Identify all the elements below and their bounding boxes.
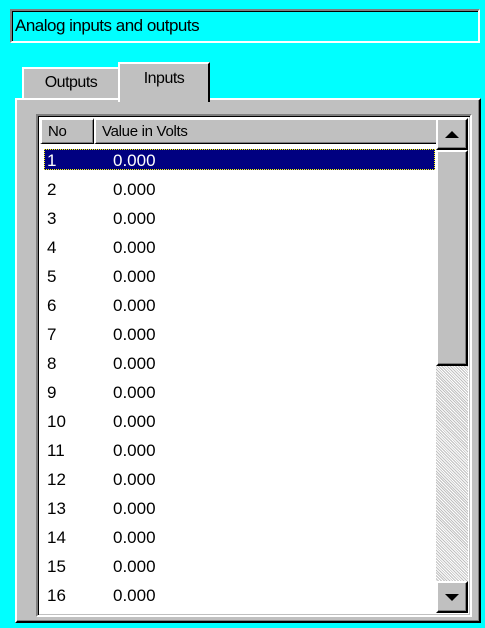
scroll-up-arrow-icon bbox=[445, 130, 459, 138]
table-row[interactable]: 13 0.000 bbox=[40, 496, 436, 525]
scroll-down-button[interactable] bbox=[436, 581, 468, 613]
scroll-down-arrow-icon bbox=[445, 593, 459, 601]
row-number: 10 bbox=[47, 412, 66, 431]
column-header-value[interactable]: Value in Volts bbox=[94, 118, 440, 144]
table-row[interactable]: 17 0.000 bbox=[40, 612, 436, 617]
inputs-list-view[interactable]: No Value in Volts 1 0.000 2 0.000 3 0.000 4 0.0… bbox=[36, 114, 472, 617]
row-number: 4 bbox=[47, 238, 57, 257]
row-value: 0.000 bbox=[113, 296, 156, 315]
row-value: 0.000 bbox=[113, 528, 156, 547]
scroll-up-button[interactable] bbox=[436, 118, 468, 150]
tab-inputs[interactable]: Inputs bbox=[118, 62, 210, 102]
row-value: 0.000 bbox=[113, 354, 156, 373]
row-number: 3 bbox=[47, 209, 57, 228]
table-row[interactable]: 2 0.000 bbox=[40, 177, 436, 206]
row-number: 13 bbox=[47, 499, 66, 518]
row-value: 0.000 bbox=[113, 586, 156, 605]
vertical-scrollbar[interactable] bbox=[436, 118, 468, 613]
list-rows: 1 0.000 2 0.000 3 0.000 4 0.000 5 0.000 6 0.000 7 0.0… bbox=[40, 148, 436, 617]
table-row[interactable]: 12 0.000 bbox=[40, 467, 436, 496]
tab-panel-inputs: No Value in Volts 1 0.000 2 0.000 3 0.000 4 0.0… bbox=[15, 98, 481, 623]
row-value: 0.000 bbox=[113, 151, 156, 170]
row-number: 15 bbox=[47, 557, 66, 576]
row-value: 0.000 bbox=[113, 470, 156, 489]
table-row[interactable]: 16 0.000 bbox=[40, 583, 436, 612]
row-number: 9 bbox=[47, 383, 57, 402]
table-row[interactable]: 15 0.000 bbox=[40, 554, 436, 583]
row-value: 0.000 bbox=[113, 499, 156, 518]
table-row[interactable]: 9 0.000 bbox=[40, 380, 436, 409]
table-row[interactable]: 14 0.000 bbox=[40, 525, 436, 554]
scroll-thumb[interactable] bbox=[436, 150, 468, 366]
row-value: 0.000 bbox=[113, 267, 156, 286]
row-number: 6 bbox=[47, 296, 57, 315]
row-value: 0.000 bbox=[113, 615, 156, 617]
row-value: 0.000 bbox=[113, 441, 156, 460]
table-row[interactable]: 6 0.000 bbox=[40, 293, 436, 322]
row-value: 0.000 bbox=[113, 383, 156, 402]
table-row[interactable]: 4 0.000 bbox=[40, 235, 436, 264]
tab-outputs[interactable]: Outputs bbox=[22, 67, 120, 98]
row-number: 7 bbox=[47, 325, 57, 344]
row-number: 16 bbox=[47, 586, 66, 605]
table-row[interactable]: 5 0.000 bbox=[40, 264, 436, 293]
row-value: 0.000 bbox=[113, 557, 156, 576]
table-row[interactable]: 7 0.000 bbox=[40, 322, 436, 351]
table-row[interactable]: 11 0.000 bbox=[40, 438, 436, 467]
row-number: 1 bbox=[47, 151, 57, 170]
row-number: 2 bbox=[47, 180, 57, 199]
row-number: 14 bbox=[47, 528, 66, 547]
table-row[interactable]: 10 0.000 bbox=[40, 409, 436, 438]
row-value: 0.000 bbox=[113, 325, 156, 344]
table-row[interactable]: 3 0.000 bbox=[40, 206, 436, 235]
table-row[interactable]: 8 0.000 bbox=[40, 351, 436, 380]
table-row[interactable]: 1 0.000 bbox=[40, 148, 436, 177]
row-value: 0.000 bbox=[113, 238, 156, 257]
row-value: 0.000 bbox=[113, 209, 156, 228]
list-header: No Value in Volts bbox=[40, 118, 440, 144]
column-header-no[interactable]: No bbox=[40, 118, 94, 144]
row-number: 11 bbox=[47, 441, 65, 460]
selection-highlight bbox=[44, 149, 435, 170]
row-number: 5 bbox=[47, 267, 57, 286]
row-number: 12 bbox=[47, 470, 66, 489]
row-value: 0.000 bbox=[113, 180, 156, 199]
row-value: 0.000 bbox=[113, 412, 156, 431]
row-number: 8 bbox=[47, 354, 57, 373]
window-title: Analog inputs and outputs bbox=[10, 9, 480, 43]
row-number: 17 bbox=[47, 615, 66, 617]
